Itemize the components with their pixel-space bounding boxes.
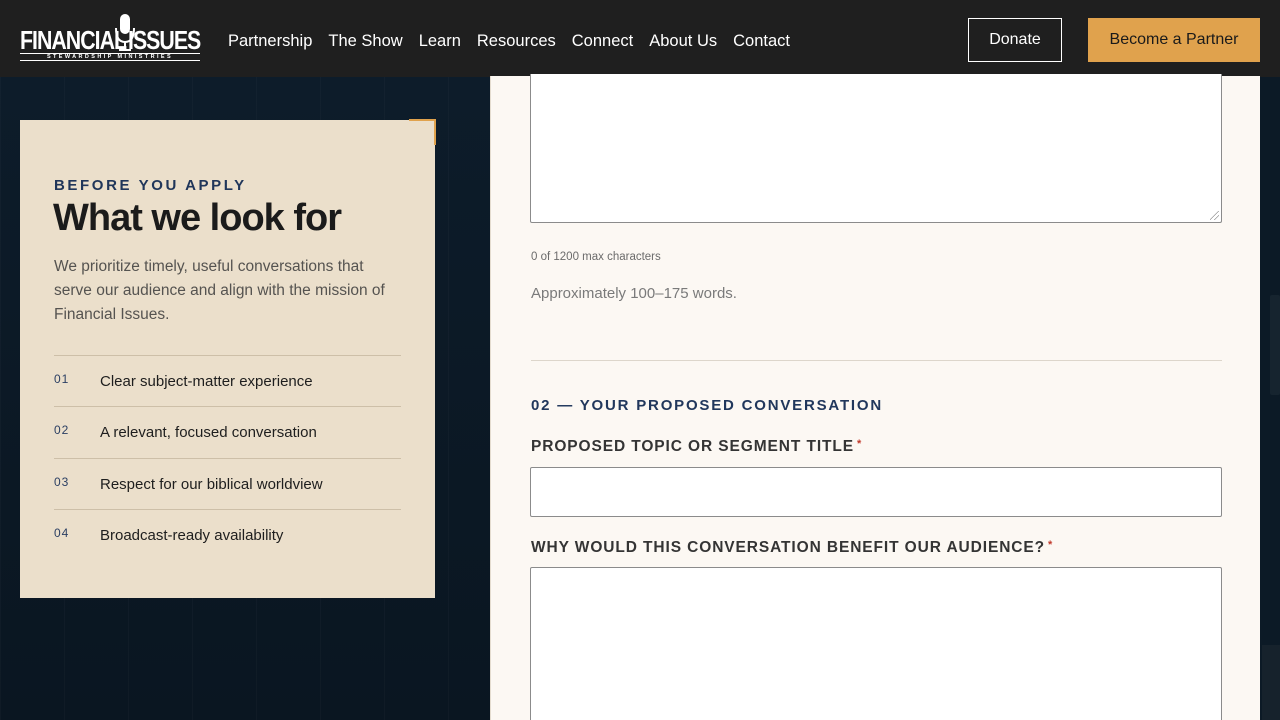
- criteria-number: 01: [54, 372, 70, 386]
- criteria-text: Respect for our biblical worldview: [100, 475, 323, 493]
- benefit-textarea[interactable]: [530, 567, 1222, 720]
- nav-connect[interactable]: Connect: [572, 30, 633, 52]
- logo-word-issues: ISSUES: [128, 25, 201, 55]
- edge-widget: [1262, 645, 1280, 720]
- section-divider: [531, 360, 1222, 361]
- logo-tagline: STEWARDSHIP MINISTRIES: [20, 53, 200, 61]
- resize-handle-icon[interactable]: [1210, 211, 1219, 220]
- nav-contact[interactable]: Contact: [733, 30, 790, 52]
- topic-label: PROPOSED TOPIC OR SEGMENT TITLE *: [531, 438, 862, 456]
- card-corner-accent: [409, 119, 436, 145]
- site-logo[interactable]: FINANCIAL ISSUES STEWARDSHIP MINISTRIES: [20, 13, 202, 63]
- criteria-text: A relevant, focused conversation: [100, 424, 317, 442]
- benefit-label: WHY WOULD THIS CONVERSATION BENEFIT OUR …: [531, 539, 1053, 557]
- main-nav: Partnership The Show Learn Resources Con…: [228, 30, 806, 52]
- card-title: What we look for: [53, 197, 342, 239]
- criteria-number: 03: [54, 474, 70, 489]
- nav-the-show[interactable]: The Show: [328, 30, 402, 52]
- required-marker: *: [857, 438, 863, 450]
- criteria-item: 04 Broadcast-ready availability: [54, 508, 401, 560]
- card-intro: We prioritize timely, useful conversatio…: [54, 258, 385, 323]
- criteria-number: 04: [54, 525, 70, 540]
- criteria-item: 02 A relevant, focused conversation: [54, 406, 401, 457]
- page-scrollbar[interactable]: [1270, 295, 1280, 395]
- benefit-label-text: WHY WOULD THIS CONVERSATION BENEFIT OUR …: [531, 539, 1045, 556]
- nav-partnership[interactable]: Partnership: [228, 30, 312, 52]
- word-count-hint: Approximately 100–175 words.: [531, 285, 737, 302]
- criteria-number: 02: [54, 423, 70, 438]
- become-partner-button[interactable]: Become a Partner: [1088, 18, 1260, 62]
- nav-resources[interactable]: Resources: [477, 30, 556, 52]
- donate-button[interactable]: Donate: [968, 18, 1062, 62]
- section-heading: 02 — YOUR PROPOSED CONVERSATION: [531, 397, 883, 414]
- criteria-list: 01 Clear subject-matter experience 02 A …: [54, 355, 401, 560]
- nav-learn[interactable]: Learn: [419, 30, 461, 52]
- topic-input[interactable]: [530, 467, 1222, 517]
- site-header: FINANCIAL ISSUES STEWARDSHIP MINISTRIES …: [0, 0, 1280, 77]
- logo-word-financial: FINANCIAL: [20, 25, 127, 55]
- criteria-item: 01 Clear subject-matter experience: [54, 355, 401, 406]
- before-you-apply-card: BEFORE YOU APPLY What we look for We pri…: [20, 120, 435, 598]
- previous-textarea[interactable]: [530, 74, 1222, 223]
- criteria-item: 03 Respect for our biblical worldview: [54, 457, 401, 509]
- criteria-text: Clear subject-matter experience: [100, 373, 313, 390]
- application-form: 0 of 1200 max characters Approximately 1…: [490, 74, 1260, 720]
- card-eyebrow: BEFORE YOU APPLY: [54, 177, 247, 194]
- nav-about-us[interactable]: About Us: [649, 30, 717, 52]
- required-marker: *: [1047, 539, 1054, 551]
- topic-label-text: PROPOSED TOPIC OR SEGMENT TITLE: [531, 438, 855, 455]
- character-counter: 0 of 1200 max characters: [531, 251, 661, 263]
- criteria-text: Broadcast-ready availability: [100, 526, 284, 544]
